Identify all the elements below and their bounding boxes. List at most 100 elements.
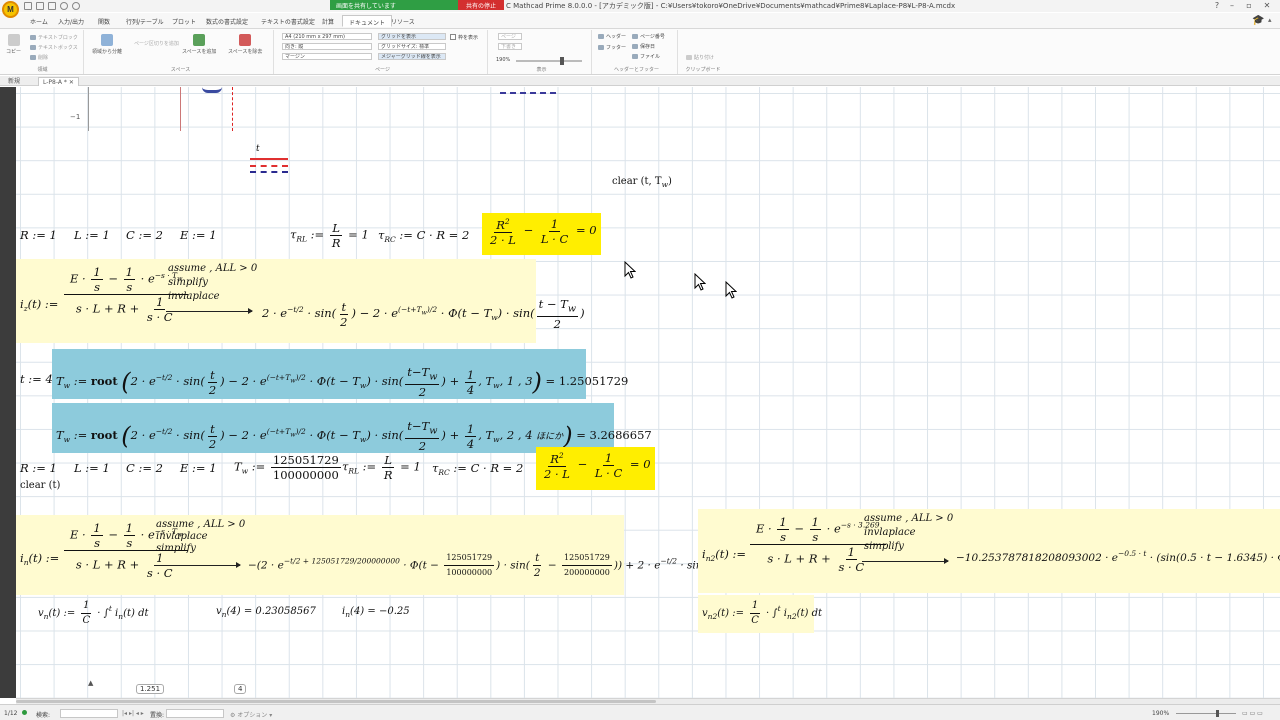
def-tau-rc-2[interactable]: τRC := C · R = 2	[432, 461, 523, 480]
stop-share-button[interactable]: 共有の停止	[458, 0, 504, 10]
delete-button[interactable]: 削除	[30, 54, 48, 61]
page-view-button[interactable]: ページ	[498, 33, 522, 40]
zoom-slider-thumb[interactable]	[560, 57, 564, 65]
copy-button[interactable]: コピー	[6, 34, 21, 55]
header-button[interactable]: ヘッダー	[598, 33, 626, 40]
scrollbar-thumb[interactable]	[16, 700, 656, 703]
ribbon-body: コピー テキストブロック テキストボックス 削除 領域 領域から分離 ページ区切…	[0, 29, 1280, 75]
vn-definition[interactable]: vn(t) := 1C · ∫t in(t) dt	[38, 599, 149, 628]
vn-evaluation[interactable]: vn(4) = 0.23058567	[216, 605, 316, 622]
root-tw-1-region[interactable]: Tw := root (2 · e−t/2 · sin(t 2) − 2 · e(…	[52, 349, 628, 399]
root-tw-2-region[interactable]: Tw := root (2 · e−t/2 · sin(t 2) − 2 · e(…	[52, 403, 652, 453]
def-c[interactable]: C := 2	[126, 228, 163, 242]
split-region-button[interactable]: 領域から分離	[92, 34, 122, 55]
def-r-2[interactable]: R := 1	[20, 461, 57, 475]
page-number-button[interactable]: ページ番号	[632, 33, 665, 40]
margin-select[interactable]: マージン	[282, 53, 372, 60]
clear-t[interactable]: clear (t)	[20, 479, 60, 493]
chevron-up-icon[interactable]: ▴	[1268, 16, 1272, 24]
grid-size-select[interactable]: グリッドサイズ: 標準	[378, 43, 446, 50]
def-e[interactable]: E := 1	[180, 228, 217, 242]
def-tw-exact[interactable]: Tw := 125051729 100000000	[234, 453, 343, 482]
tab-current-document[interactable]: L-P8-A * ✕	[38, 77, 79, 86]
save-date-button[interactable]: 保存日	[632, 43, 655, 50]
critical-damping-condition-2[interactable]: R2 2 · L − 1L · C = 0	[536, 447, 655, 490]
remove-space-button[interactable]: スペースを除去	[228, 34, 262, 55]
draft-view-button[interactable]: 下書き	[498, 43, 522, 50]
close-tab-icon[interactable]: ✕	[69, 79, 74, 86]
def-c-2[interactable]: C := 2	[126, 461, 163, 475]
ribbon-group-label: 表示	[536, 67, 547, 73]
left-gutter	[0, 87, 16, 698]
paper-size-select[interactable]: A4 (210 mm x 297 mm)	[282, 33, 372, 40]
maximize-icon[interactable]: ▫	[1242, 1, 1256, 10]
worksheet[interactable]: −1 t clear (t, Tw) R := 1 L := 1 C := 2 …	[16, 87, 1280, 698]
minimize-icon[interactable]: –	[1225, 1, 1239, 10]
options-dropdown[interactable]: ⚙ オプション ▾	[230, 710, 272, 719]
def-tau-rl-2[interactable]: τRL := LR = 1	[342, 453, 421, 482]
paste-button[interactable]: 貼り付け	[686, 54, 714, 61]
ribbon-group-label: スペース	[170, 67, 191, 73]
tab-matrices-tables[interactable]: 行列/テーブル	[120, 15, 170, 27]
tab-functions[interactable]: 関数	[92, 15, 116, 27]
plot-x-max-value[interactable]: 4	[234, 684, 247, 694]
replace-input[interactable]	[166, 709, 224, 718]
clear-t-tw[interactable]: clear (t, Tw)	[612, 175, 672, 192]
zoom-slider[interactable]	[516, 57, 582, 65]
calc-status-icon	[22, 710, 27, 715]
view-mode-icons[interactable]: ▭ ▭ ▭	[1242, 710, 1263, 717]
tab-new-document[interactable]: 新規	[4, 77, 24, 86]
open-file-icon[interactable]	[36, 2, 44, 10]
def-tau-rc[interactable]: τRC := C · R = 2	[378, 228, 469, 247]
iz-definition-region[interactable]: iz(t) := E · 1s − 1s · e−s · Tw s · L + R…	[16, 259, 585, 343]
tab-input-output[interactable]: 入力/出力	[52, 15, 90, 27]
vn2-definition[interactable]: vn2(t) := 1C · ∫t in2(t) dt	[698, 595, 822, 633]
in-definition-region[interactable]: in(t) := E · 1s − 1s · e−s · Tw s · L + R…	[16, 515, 725, 595]
new-file-icon[interactable]	[24, 2, 32, 10]
tab-calculation[interactable]: 計算	[316, 15, 340, 27]
page-break-button[interactable]: ページ区切りを追加	[134, 40, 179, 47]
plot-curve	[202, 87, 222, 93]
tab-home[interactable]: ホーム	[24, 15, 54, 27]
major-grid-toggle[interactable]: メジャーグリッド線を表示	[378, 53, 446, 60]
def-t[interactable]: t := 4	[20, 372, 53, 386]
tab-math-formatting[interactable]: 数式の書式設定	[200, 15, 254, 27]
in2-definition-region[interactable]: in2(t) := E · 1s − 1s · e−s · 3.269 s · L…	[698, 509, 1280, 593]
header-icon	[598, 34, 604, 39]
footer-button[interactable]: フッター	[598, 44, 626, 51]
status-zoom-thumb[interactable]	[1216, 710, 1219, 717]
add-space-button[interactable]: スペースを追加	[182, 34, 216, 55]
def-e-2[interactable]: E := 1	[180, 461, 217, 475]
text-box-button[interactable]: テキストボックス	[30, 44, 78, 51]
orientation-select[interactable]: 向き: 縦	[282, 43, 372, 50]
title-bar: M 画面を共有しています 共有の停止 C Mathcad Prime 8.0.0…	[0, 0, 1280, 18]
def-l-2[interactable]: L := 1	[74, 461, 110, 475]
tab-text-formatting[interactable]: テキストの書式設定	[255, 15, 321, 27]
ribbon-group-space: 領域から分離 ページ区切りを追加 スペースを追加 スペースを除去 スペース	[88, 30, 274, 74]
critical-damping-condition[interactable]: R2 2 · L − 1L · C = 0	[482, 213, 601, 255]
text-block-button[interactable]: テキストブロック	[30, 34, 78, 41]
def-r[interactable]: R := 1	[20, 228, 57, 242]
graduation-cap-icon[interactable]: 🎓	[1252, 15, 1264, 26]
help-icon[interactable]: ?	[1210, 1, 1224, 10]
close-icon[interactable]: ✕	[1260, 1, 1274, 10]
tab-resources[interactable]: リソース	[385, 15, 421, 27]
status-bar: 1/12 検索: |◂ ▸| ◂ ▸ 置換: ⚙ オプション ▾ 190% ▭ …	[0, 704, 1280, 720]
plot-trace-dash	[500, 92, 556, 94]
redo-icon[interactable]	[72, 2, 80, 10]
in-evaluation[interactable]: in(4) = −0.25	[342, 605, 410, 622]
def-tau-rl[interactable]: τRL := LR = 1	[290, 221, 369, 250]
search-input[interactable]	[60, 709, 118, 718]
status-zoom-slider[interactable]	[1176, 713, 1236, 714]
show-frame-checkbox[interactable]	[450, 34, 456, 40]
tab-plots[interactable]: プロット	[166, 15, 202, 27]
search-nav-icons[interactable]: |◂ ▸| ◂ ▸	[122, 710, 144, 717]
plot-axis-marker: ▲	[88, 679, 94, 687]
file-name-button[interactable]: ファイル	[632, 53, 660, 60]
save-icon[interactable]	[48, 2, 56, 10]
show-grid-toggle[interactable]: グリッドを表示	[378, 33, 446, 40]
mathcad-logo[interactable]: M	[2, 1, 19, 18]
def-l[interactable]: L := 1	[74, 228, 110, 242]
undo-icon[interactable]	[60, 2, 68, 10]
plot-x-min-value[interactable]: 1.251	[136, 684, 165, 694]
